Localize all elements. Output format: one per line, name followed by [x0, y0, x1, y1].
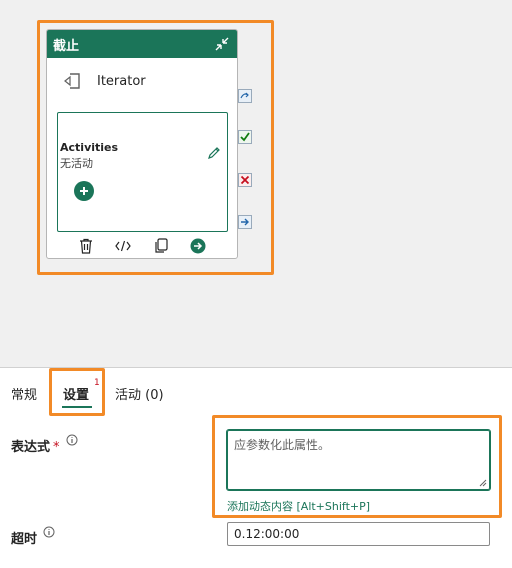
resize-handle-icon[interactable] [479, 479, 487, 487]
arrow-right-icon[interactable] [189, 237, 207, 255]
pipeline-canvas: 截止 Iterator Activities 无活动 [0, 0, 512, 368]
activities-title: Activities [60, 141, 119, 154]
iterator-label: Iterator [97, 73, 146, 89]
add-activity-button[interactable] [74, 181, 94, 201]
code-icon[interactable] [114, 237, 132, 255]
collapse-icon[interactable] [213, 35, 231, 53]
until-activity-card[interactable]: 截止 Iterator Activities 无活动 [46, 29, 238, 259]
activities-container: Activities 无活动 [57, 112, 228, 232]
expression-input[interactable]: 应参数化此属性。 [226, 429, 491, 491]
pencil-icon[interactable] [206, 145, 222, 161]
skip-icon[interactable] [238, 89, 252, 103]
copy-icon[interactable] [152, 237, 170, 255]
iterator-row: Iterator [47, 68, 237, 94]
trash-icon[interactable] [77, 237, 95, 255]
check-icon[interactable] [238, 130, 252, 144]
card-toolbar [77, 236, 207, 256]
iterator-icon [61, 70, 83, 92]
timeout-label: 超时 [11, 532, 38, 547]
tab-activities[interactable]: 活动 (0) [115, 384, 164, 403]
info-icon[interactable] [66, 434, 78, 446]
timeout-input[interactable]: 0.12:00:00 [227, 522, 490, 546]
expression-label-text: 表达式 [11, 440, 51, 455]
card-header: 截止 [47, 30, 237, 58]
expression-placeholder: 应参数化此属性。 [234, 438, 331, 452]
x-icon[interactable] [238, 173, 252, 187]
info-icon[interactable] [43, 526, 55, 538]
activities-subtitle: 无活动 [60, 157, 93, 170]
add-dynamic-content-link[interactable]: 添加动态内容 [Alt+Shift+P] [227, 498, 370, 514]
card-title: 截止 [53, 38, 80, 54]
expression-label: 表达式 * [11, 436, 60, 455]
tab-general[interactable]: 常规 [11, 384, 37, 403]
highlight-box-tab [49, 368, 105, 416]
completion-arrow-icon[interactable] [238, 215, 252, 229]
add-icon [80, 187, 88, 195]
required-mark: * [53, 440, 60, 455]
